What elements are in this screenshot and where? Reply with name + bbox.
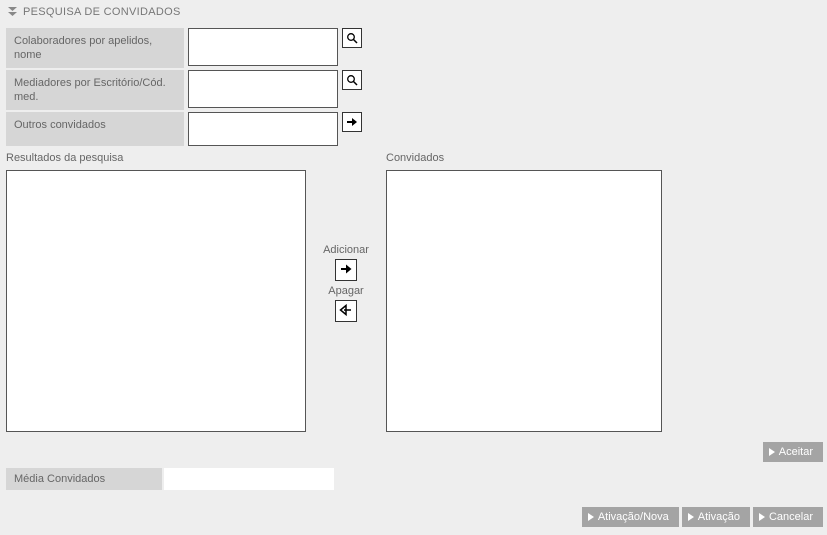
guests-listbox[interactable] — [386, 170, 662, 432]
mediators-input[interactable] — [188, 70, 338, 108]
guest-search-panel: PESQUISA DE CONVIDADOS Colaboradores por… — [0, 0, 827, 535]
lists-area: Resultados da pesquisa Adicionar Apagar … — [0, 148, 827, 432]
avg-label: Média Convidados — [6, 468, 162, 490]
others-input[interactable] — [188, 112, 338, 146]
add-button[interactable] — [335, 259, 357, 281]
remove-label: Apagar — [328, 285, 363, 297]
others-row: Outros convidados — [6, 112, 821, 146]
collaborators-search-button[interactable] — [342, 28, 362, 48]
avg-input[interactable] — [164, 468, 334, 490]
others-add-button[interactable] — [342, 112, 362, 132]
caret-right-icon — [688, 513, 694, 521]
transfer-controls: Adicionar Apagar — [306, 242, 386, 324]
results-label: Resultados da pesquisa — [6, 152, 306, 164]
activation-label: Ativação — [698, 511, 740, 523]
guests-label: Convidados — [386, 152, 662, 164]
caret-right-icon — [588, 513, 594, 521]
arrow-left-icon — [339, 303, 353, 320]
mediators-search-button[interactable] — [342, 70, 362, 90]
accept-row: Aceitar — [0, 432, 827, 466]
add-label: Adicionar — [323, 244, 369, 256]
cancel-label: Cancelar — [769, 511, 813, 523]
activation-new-label: Ativação/Nova — [598, 511, 669, 523]
caret-right-icon — [759, 513, 765, 521]
section-title: PESQUISA DE CONVIDADOS — [23, 6, 181, 18]
caret-right-icon — [769, 448, 775, 456]
search-icon — [346, 74, 358, 86]
activation-new-button[interactable]: Ativação/Nova — [582, 507, 679, 527]
search-form: Colaboradores por apelidos, nome Mediado… — [0, 24, 827, 146]
results-listbox[interactable] — [6, 170, 306, 432]
collaborators-row: Colaboradores por apelidos, nome — [6, 28, 821, 68]
others-label: Outros convidados — [6, 112, 184, 146]
accept-button[interactable]: Aceitar — [763, 442, 823, 462]
guests-column: Convidados — [386, 152, 662, 432]
collaborators-label: Colaboradores por apelidos, nome — [6, 28, 184, 68]
remove-button[interactable] — [335, 300, 357, 322]
footer-buttons: Ativação/Nova Ativação Cancelar — [575, 501, 827, 533]
search-icon — [346, 32, 358, 44]
arrow-right-icon — [346, 116, 358, 128]
mediators-row: Mediadores por Escritório/Cód. med. — [6, 70, 821, 110]
activation-button[interactable]: Ativação — [682, 507, 750, 527]
mediators-label: Mediadores por Escritório/Cód. med. — [6, 70, 184, 110]
collaborators-input[interactable] — [188, 28, 338, 66]
collapse-icon — [8, 7, 17, 17]
results-column: Resultados da pesquisa — [6, 152, 306, 432]
cancel-button[interactable]: Cancelar — [753, 507, 823, 527]
avg-row: Média Convidados — [0, 466, 827, 492]
accept-label: Aceitar — [779, 446, 813, 458]
section-header[interactable]: PESQUISA DE CONVIDADOS — [0, 0, 827, 24]
arrow-right-icon — [339, 262, 353, 279]
